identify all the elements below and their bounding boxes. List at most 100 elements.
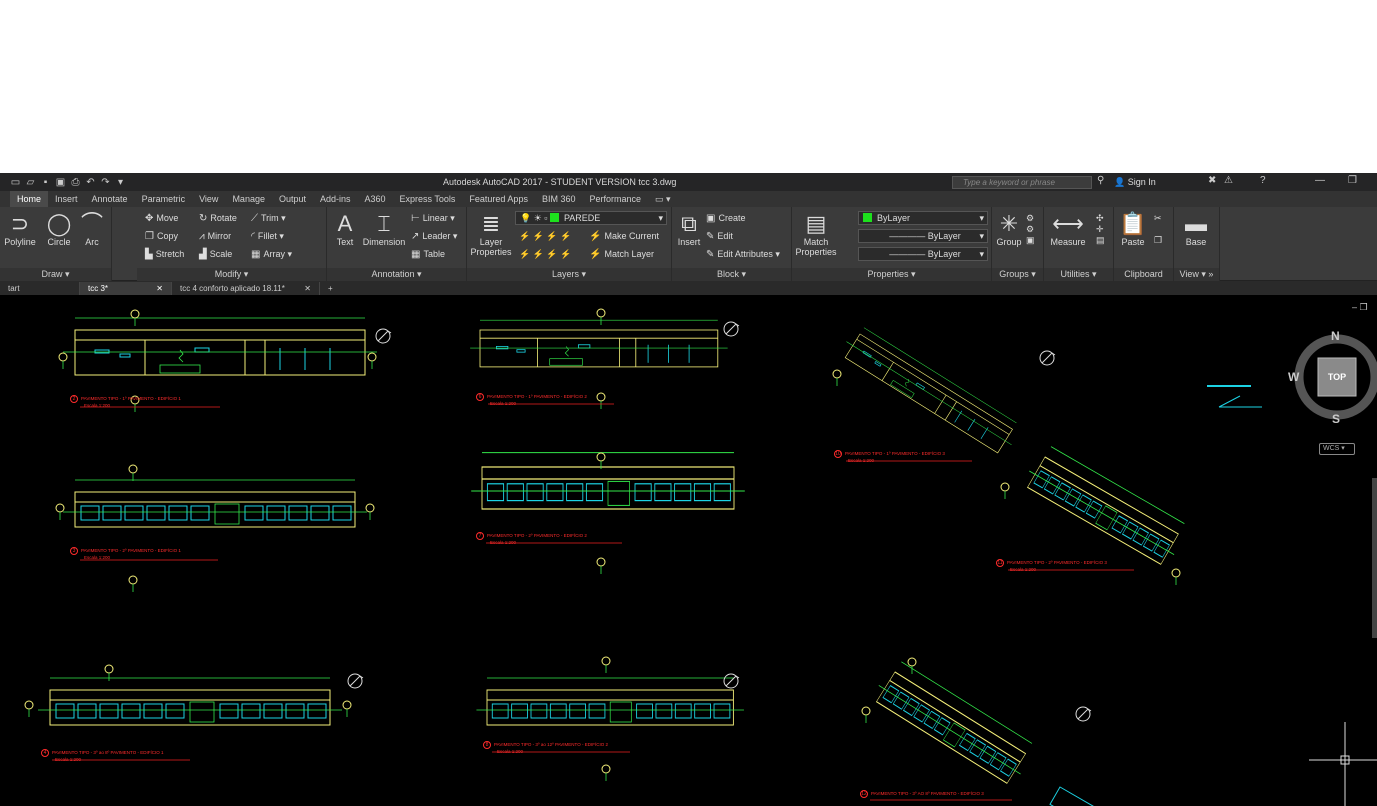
tab-bim360[interactable]: BIM 360	[535, 191, 583, 207]
edit-attributes-button[interactable]: ✎ Edit Attributes ▾	[706, 249, 780, 260]
make-current-button[interactable]: ⚡ Make Current	[589, 231, 659, 242]
insert-button[interactable]: ⧉ Insert	[674, 211, 704, 247]
a360-icon[interactable]: ⚠	[1224, 175, 1233, 186]
print-icon[interactable]: ⎙	[69, 177, 82, 188]
caption-title: PAVIMENTO TIPO - 1º PAVIMENTO - EDIFÍCIO…	[81, 396, 181, 402]
modify-panel-title[interactable]: Modify ▾	[137, 268, 326, 281]
properties-panel-title[interactable]: Properties ▾	[792, 268, 991, 281]
utility-tools-icon[interactable]: ✣ ✛ ▤	[1096, 213, 1105, 246]
restore-icon[interactable]: ❐	[1348, 175, 1357, 186]
circle-button[interactable]: ◯ Circle	[42, 211, 76, 247]
cut-copy-icons[interactable]: ✂ ❐	[1154, 213, 1162, 246]
view-panel-title[interactable]: View ▾ »	[1174, 268, 1219, 281]
measure-button[interactable]: ⟷ Measure	[1046, 211, 1090, 247]
binoculars-icon[interactable]: ⚲	[1097, 175, 1104, 186]
create-block-button[interactable]: ▣ Create	[706, 213, 745, 224]
sign-in-button[interactable]: 👤 Sign In	[1114, 177, 1156, 188]
lineweight-dropdown[interactable]: ———— ByLayer ▾	[858, 247, 988, 261]
layers-panel-title[interactable]: Layers ▾	[467, 268, 671, 281]
new-tab-button[interactable]: +	[320, 282, 341, 295]
doc-tab-tcc3[interactable]: tcc 3* ✕	[80, 281, 172, 295]
leader-button[interactable]: ↗ Leader ▾	[411, 231, 457, 242]
table-button[interactable]: ▦ Table	[411, 249, 445, 260]
match-layer-button[interactable]: ⚡ Match Layer	[589, 249, 654, 260]
wcs-menu[interactable]: WCS ▾	[1319, 443, 1355, 455]
tab-view[interactable]: View	[192, 191, 225, 207]
base-button[interactable]: ▬ Base	[1178, 211, 1214, 247]
customize-icon[interactable]: ▾	[114, 177, 127, 188]
groups-panel-title[interactable]: Groups ▾	[992, 268, 1043, 281]
undo-icon[interactable]: ↶	[84, 177, 97, 188]
tab-add-ins[interactable]: Add-ins	[313, 191, 358, 207]
viewport-controls[interactable]: – ❐	[1352, 302, 1368, 313]
color-value: ByLayer	[877, 213, 911, 223]
trim-button[interactable]: ⟋ Trim ▾	[251, 213, 286, 224]
polyline-button[interactable]: ⊃ Polyline	[2, 211, 38, 247]
minimize-icon[interactable]: —	[1315, 175, 1325, 186]
tab-featured-apps[interactable]: Featured Apps	[462, 191, 535, 207]
move-button[interactable]: ✥ Move	[145, 213, 178, 224]
tab-insert[interactable]: Insert	[48, 191, 85, 207]
linetype-dropdown[interactable]: ———— ByLayer ▾	[858, 229, 988, 243]
tab-performance[interactable]: Performance	[582, 191, 648, 207]
color-dropdown[interactable]: ByLayer ▾	[858, 211, 988, 225]
arc-button[interactable]: ⌒ Arc	[78, 211, 106, 247]
compass-north[interactable]: N	[1331, 329, 1340, 343]
layer-tools-row1[interactable]: ⚡ ⚡ ⚡ ⚡	[519, 231, 571, 242]
redo-icon[interactable]: ↷	[99, 177, 112, 188]
tab-express-tools[interactable]: Express Tools	[393, 191, 463, 207]
layer-tools-row2[interactable]: ⚡ ⚡ ⚡ ⚡	[519, 249, 571, 260]
rotate-button[interactable]: ↻ Rotate	[199, 213, 237, 224]
tab-home[interactable]: Home	[10, 191, 49, 207]
compass-west[interactable]: W	[1288, 370, 1299, 384]
edit-block-button[interactable]: ✎ Edit	[706, 231, 733, 242]
workspace-toggle-icon[interactable]: ▭ ▾	[648, 191, 678, 207]
tab-manage[interactable]: Manage	[225, 191, 272, 207]
drawing-canvas[interactable]: 2 PAVIMENTO TIPO - 1º PAVIMENTO - EDIFÍCI…	[0, 297, 1377, 806]
utilities-panel-title[interactable]: Utilities ▾	[1044, 268, 1113, 281]
draw-panel-title[interactable]: Draw ▾	[0, 268, 111, 281]
chevron-down-icon: ▾	[979, 249, 984, 259]
save-icon[interactable]: ▪	[39, 177, 52, 188]
linear-button[interactable]: ⊢ Linear ▾	[411, 213, 455, 224]
plan-edificio3-pav3	[870, 657, 1039, 788]
copy-button[interactable]: ❐ Copy	[145, 231, 178, 242]
tab-a360[interactable]: A360	[358, 191, 393, 207]
paste-button[interactable]: 📋 Paste	[1118, 211, 1148, 247]
block-panel-title[interactable]: Block ▾	[672, 268, 791, 281]
tab-annotate[interactable]: Annotate	[85, 191, 135, 207]
text-label: Text	[336, 237, 354, 247]
layer-color-swatch	[549, 213, 559, 222]
new-icon[interactable]: ▭	[9, 177, 22, 188]
stretch-button[interactable]: ▙ Stretch	[145, 249, 184, 260]
block-title: Block	[716, 269, 739, 279]
save-as-icon[interactable]: ▣	[54, 177, 67, 188]
annotation-panel-title[interactable]: Annotation ▾	[327, 268, 466, 281]
doc-tab-tcc4[interactable]: tcc 4 conforto aplicado 18.11* ✕	[172, 281, 320, 295]
search-input[interactable]: Type a keyword or phrase	[952, 176, 1092, 189]
viewcube-top-face[interactable]: TOP	[1318, 372, 1356, 382]
match-layer-label: Match Layer	[604, 249, 654, 259]
open-icon[interactable]: ▱	[24, 177, 37, 188]
group-tools-icon[interactable]: ⚙ ⚙ ▣	[1026, 213, 1035, 246]
scale-button[interactable]: ▟ Scale	[199, 249, 232, 260]
match-properties-button[interactable]: ▤ Match Properties	[794, 211, 838, 257]
dimension-button[interactable]: ⌶ Dimension	[361, 211, 407, 247]
text-button[interactable]: A Text	[331, 211, 359, 247]
layer-dropdown[interactable]: 💡 ☀ ▫ PAREDE ▾	[515, 211, 667, 225]
tab-parametric[interactable]: Parametric	[135, 191, 193, 207]
help-icon[interactable]: ?	[1260, 175, 1266, 186]
close-icon[interactable]: ✕	[304, 282, 311, 295]
group-button[interactable]: ✳ Group	[994, 211, 1024, 247]
viewcube[interactable]: N S W TOP	[1288, 327, 1377, 427]
exchange-icon[interactable]: ✖	[1208, 175, 1216, 186]
polyline-label: Polyline	[4, 237, 36, 247]
layer-properties-button[interactable]: ≣ Layer Properties	[469, 211, 513, 257]
fillet-button[interactable]: ◜ Fillet ▾	[251, 231, 284, 242]
doc-tab-start[interactable]: tart	[0, 281, 80, 295]
array-button[interactable]: ▦ Array ▾	[251, 249, 292, 260]
close-icon[interactable]: ✕	[156, 282, 163, 295]
mirror-button[interactable]: ⩘ Mirror	[199, 231, 231, 242]
tab-output[interactable]: Output	[272, 191, 313, 207]
compass-south[interactable]: S	[1332, 412, 1340, 426]
